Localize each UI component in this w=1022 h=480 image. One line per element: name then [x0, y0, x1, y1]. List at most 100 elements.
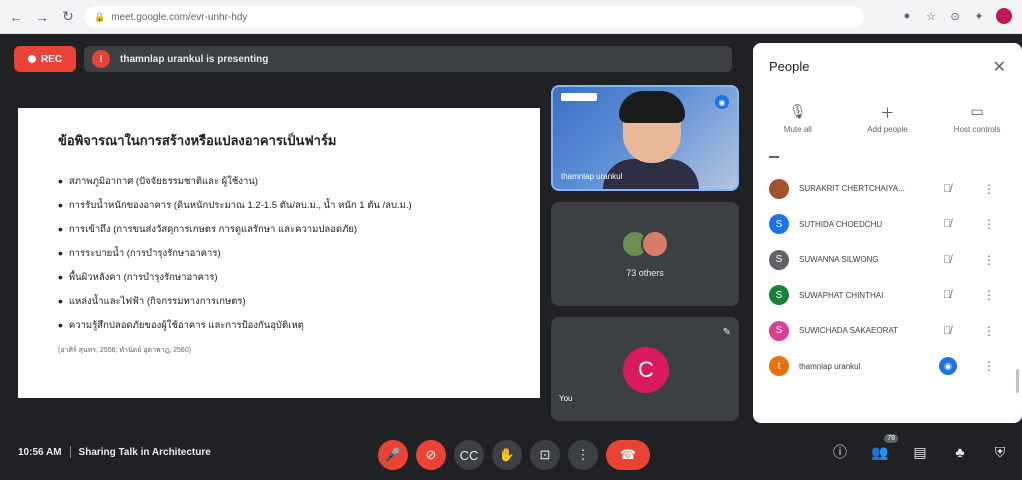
presenting-banner: ! thamnlap urankul is presenting [84, 46, 732, 72]
self-label: You [559, 394, 573, 403]
action-label: Host controls [953, 125, 1001, 134]
leave-call-button[interactable]: ☎ [606, 440, 650, 470]
action-label: Mute all [783, 125, 812, 134]
more-options-icon[interactable]: ⋮ [983, 253, 995, 267]
more-options-icon[interactable]: ⋮ [983, 359, 995, 373]
meet-top-bar: REC ! thamnlap urankul is presenting [14, 46, 732, 72]
chat-icon[interactable]: ▤ [910, 442, 930, 462]
mic-off-icon: 🎙̸ [943, 324, 952, 337]
record-dot-icon [27, 55, 36, 63]
more-options-icon[interactable]: ⋮ [983, 182, 995, 196]
participant-row[interactable]: SURAKRIT CHERTCHAIYA... 🎙̸ ⋮ [753, 171, 1022, 207]
avatar: S [769, 320, 789, 341]
host-controls-icon[interactable]: ⛨ [990, 442, 1010, 462]
others-tile[interactable]: 73 others [551, 202, 739, 306]
forward-icon[interactable]: → [32, 7, 52, 27]
meet-bottom-bar: 10:56 AM Sharing Talk in Architecture 🎤 … [0, 432, 1022, 480]
url-text: meet.google.com/evr-unhr-hdy [111, 11, 248, 23]
presenting-text: thamnlap urankul is presenting [120, 53, 269, 65]
scrollbar[interactable] [1016, 369, 1019, 393]
clock-time: 10:56 AM [18, 446, 62, 458]
camera-off-button[interactable]: ⊘ [416, 440, 446, 470]
participant-row[interactable]: S SUWANNA SILWONG 🎙̸ ⋮ [753, 242, 1022, 278]
avatar: S [769, 249, 789, 270]
reload-icon[interactable]: ↻ [58, 7, 78, 27]
slide-title: ข้อพิจารณาในการสร้างหรือแปลงอาคารเป็นฟาร… [58, 133, 337, 148]
speaker-name: thamnlap urankul [561, 172, 623, 181]
slide-bullet: พื้นผิวหลังคา (การบำรุงรักษาอาคาร) [58, 265, 504, 289]
pin-icon[interactable]: ✎ [723, 327, 731, 338]
call-controls: 🎤 ⊘ CC ✋ ⊡ ⋮ ☎ [378, 440, 650, 470]
participant-name: SUWAPHAT CHINTHAI [799, 290, 884, 300]
self-avatar: C [623, 347, 669, 393]
info-icon[interactable]: ⓘ [830, 442, 850, 462]
people-icon: 👥 [871, 443, 889, 460]
participant-row[interactable]: S SUWAPHAT CHINTHAI 🎙̸ ⋮ [753, 278, 1022, 314]
people-panel-title: People [769, 59, 810, 74]
close-icon[interactable]: ✕ [993, 57, 1006, 77]
speaking-audio-icon: ◉ [715, 95, 729, 109]
mic-off-icon: 🎙̸ [943, 253, 952, 266]
add-people-button[interactable]: ＋ Add people [847, 103, 927, 134]
host-controls-button[interactable]: ▭ Host controls [937, 103, 1017, 134]
browser-toolbar: ← → ↻ 🔒 meet.google.com/evr-unhr-hdy ● ☆… [0, 0, 1022, 34]
profile-avatar[interactable] [996, 8, 1012, 24]
bookmark-star-icon[interactable]: ☆ [924, 9, 938, 23]
avatar [641, 230, 669, 258]
participant-row[interactable]: S SUTHIDA CHOEDCHU 🎙̸ ⋮ [753, 207, 1022, 243]
slide-source: (อาศิร์ สุนทร, 2556; ทำนิตย์ อุดาพาฎ, 25… [58, 347, 192, 354]
more-options-icon[interactable]: ⋮ [983, 288, 995, 302]
slide-bullet: สภาพภูมิอากาศ (ปัจจัยธรรมชาติและ ผู้ใช้ง… [58, 169, 504, 193]
meeting-name: Sharing Talk in Architecture [78, 446, 211, 458]
participant-row[interactable]: S SUWICHADA SAKAEORAT 🎙̸ ⋮ [753, 313, 1022, 349]
participant-row[interactable]: t thamnlap urankul ◉ ⋮ [753, 349, 1022, 385]
mic-off-icon: 🎙 [788, 103, 807, 119]
slide-bullet: แหล่งน้ำและไฟฟ้า (กิจกรรมทางการเกษตร) [58, 289, 504, 313]
address-bar[interactable]: 🔒 meet.google.com/evr-unhr-hdy [84, 6, 864, 28]
activities-icon[interactable]: ♣ [950, 442, 970, 462]
people-button[interactable]: 👥 78 [870, 434, 898, 462]
more-options-icon[interactable]: ⋮ [983, 217, 995, 231]
mic-off-icon: 🎙̸ [943, 289, 952, 302]
lock-icon: 🔒 [94, 11, 106, 22]
people-panel: People ✕ 🎙 Mute all ＋ Add people ▭ Host … [753, 43, 1022, 423]
self-tile[interactable]: ✎ C You [551, 317, 739, 421]
speaker-video-tile[interactable]: ◉ thamnlap urankul [551, 85, 739, 191]
back-icon[interactable]: ← [6, 7, 26, 27]
divider [69, 446, 71, 458]
mic-off-icon: 🎙̸ [943, 218, 952, 231]
slide-bullet: ความรู้สึกปลอดภัยของผู้ใช้อาคาร และการป้… [58, 313, 504, 337]
present-button[interactable]: ⊡ [530, 440, 560, 470]
slide-bullet: การเข้าถึง (การขนส่งวัสดุการเกษตร การดูแ… [58, 217, 504, 241]
raise-hand-button[interactable]: ✋ [492, 440, 522, 470]
speaking-audio-icon: ◉ [939, 357, 957, 376]
extensions-puzzle-icon[interactable]: ✦ [972, 9, 986, 23]
others-avatars [621, 230, 669, 258]
participant-list: SURAKRIT CHERTCHAIYA... 🎙̸ ⋮ S SUTHIDA C… [753, 171, 1022, 384]
side-panel-toggles: ⓘ 👥 78 ▤ ♣ ⛨ [830, 434, 1010, 462]
captions-button[interactable]: CC [454, 440, 484, 470]
mic-off-button[interactable]: 🎤 [378, 440, 408, 470]
people-actions: 🎙 Mute all ＋ Add people ▭ Host controls [753, 103, 1022, 134]
participant-name: SUTHIDA CHOEDCHU [799, 219, 883, 229]
avatar: S [769, 214, 789, 235]
participant-name: thamnlap urankul [799, 361, 861, 371]
extension-icon-2[interactable]: ⊙ [948, 9, 962, 23]
extension-icons: ● ☆ ⊙ ✦ [900, 8, 1012, 24]
more-options-button[interactable]: ⋮ [568, 440, 598, 470]
action-label: Add people [867, 125, 908, 134]
presented-slide: ข้อพิจารณาในการสร้างหรือแปลงอาคารเป็นฟาร… [18, 108, 540, 398]
participant-name: SURAKRIT CHERTCHAIYA... [799, 184, 905, 194]
slide-bullet: การรับน้ำหนักของอาคาร (ดินหนักประมาณ 1.2… [58, 193, 504, 217]
avatar: t [769, 356, 789, 377]
extension-icon-1[interactable]: ● [900, 9, 914, 23]
list-divider [769, 156, 779, 158]
others-count-label: 73 others [626, 268, 664, 278]
logo-strip [561, 93, 597, 101]
participant-name: SUWICHADA SAKAEORAT [799, 326, 898, 336]
speaker-hair [619, 91, 685, 123]
mute-all-button[interactable]: 🎙 Mute all [758, 103, 838, 134]
alert-icon: ! [92, 50, 110, 68]
more-options-icon[interactable]: ⋮ [983, 324, 995, 338]
avatar [769, 178, 789, 199]
